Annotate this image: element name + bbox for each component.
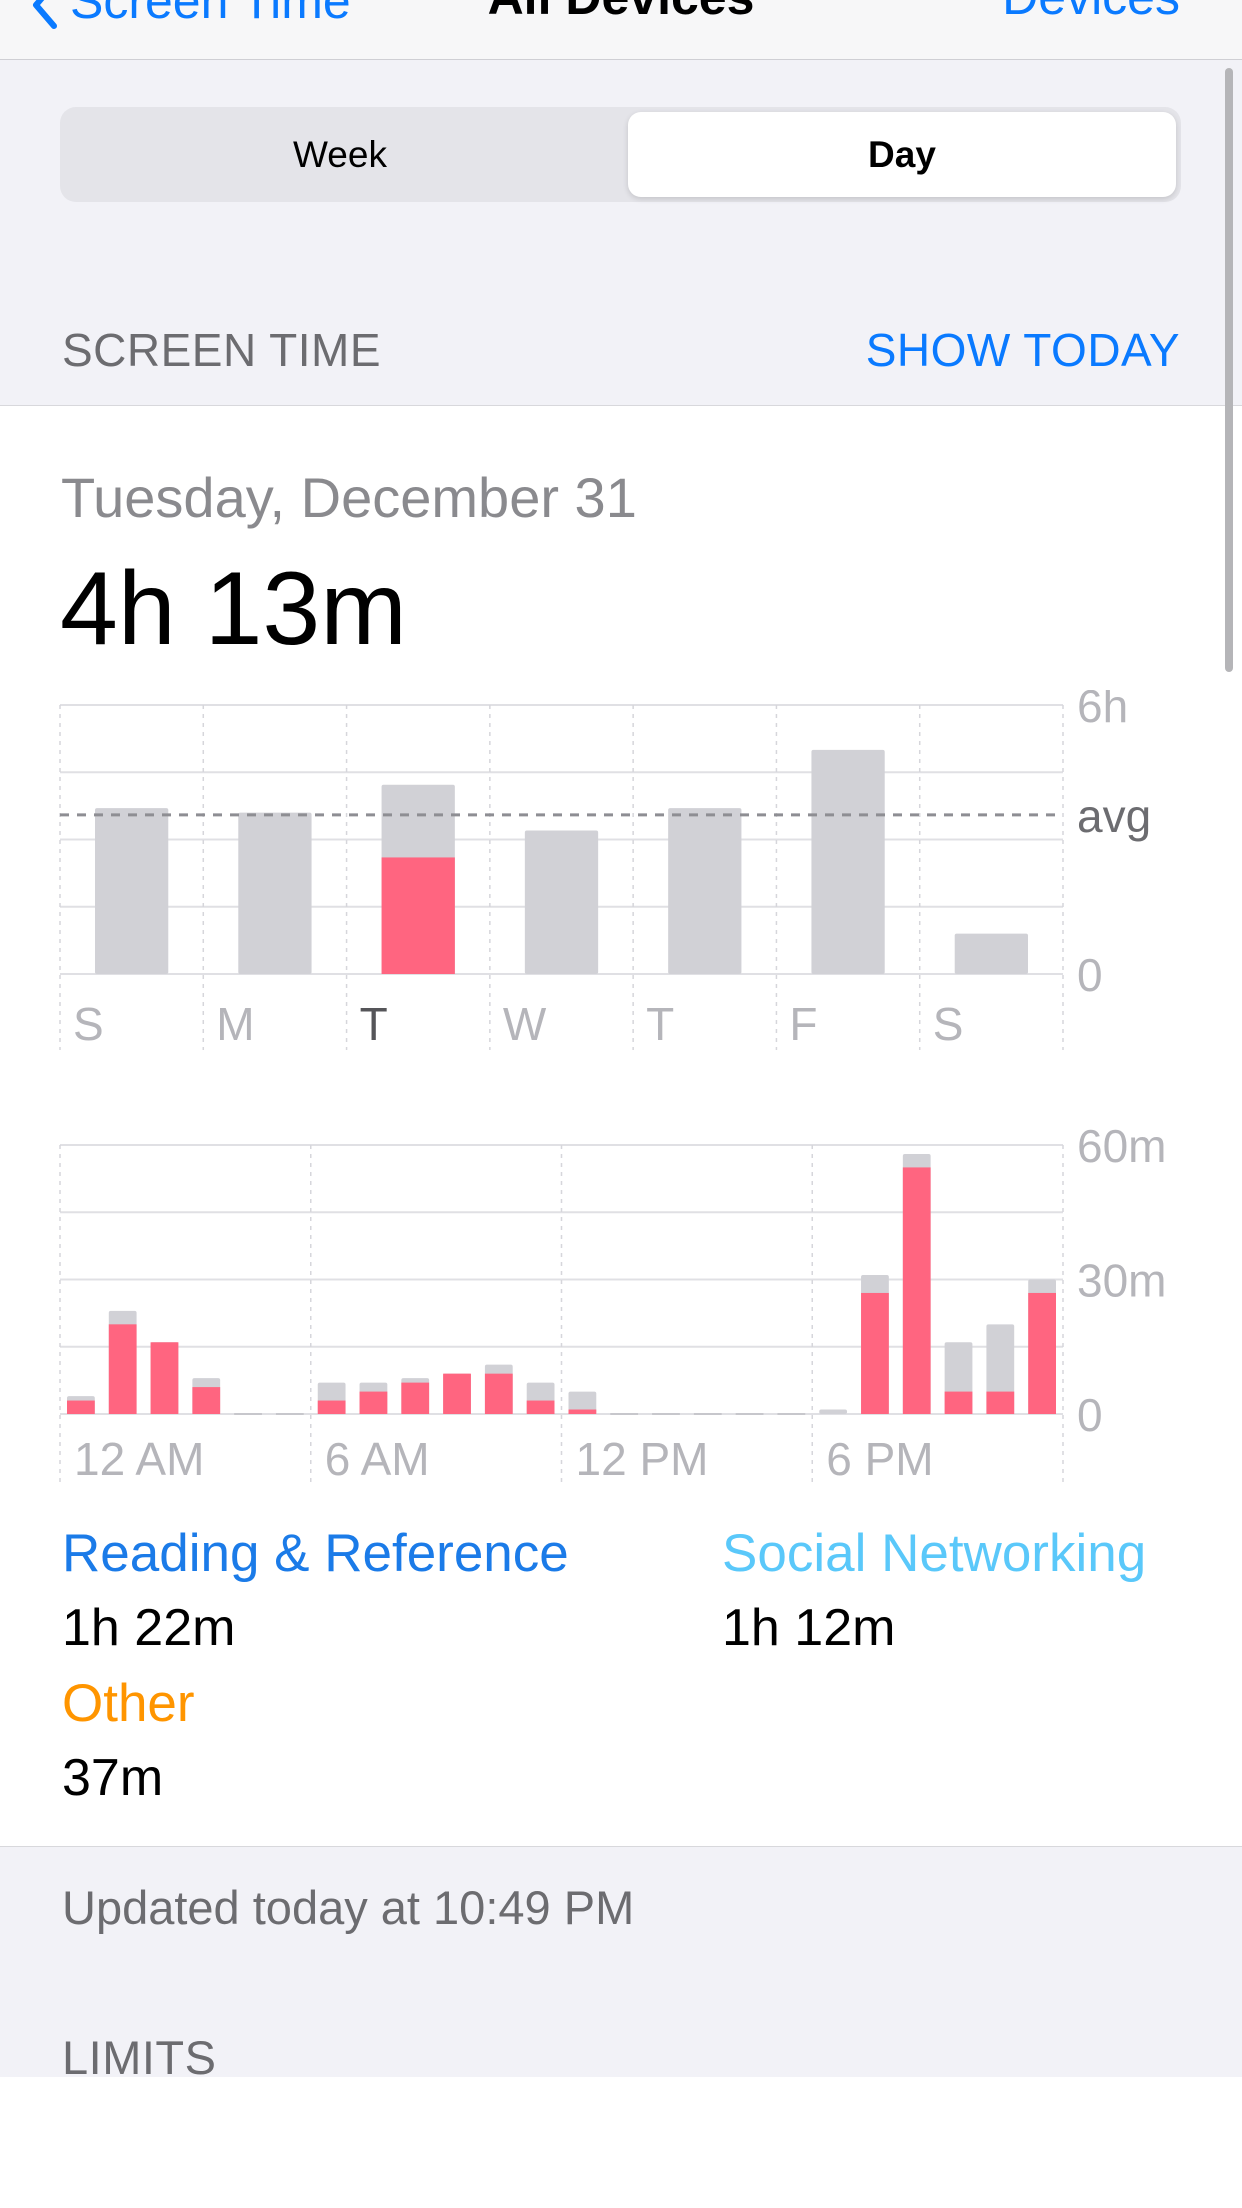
segment-day[interactable]: Day [628,112,1176,197]
hour-bar-highlight [1028,1292,1056,1414]
hour-x-label: 6 AM [325,1433,430,1485]
hour-bar-highlight [484,1373,513,1414]
hour-bar-total [819,1409,848,1414]
category-other-name: Other [62,1674,195,1733]
week-day-label: M [216,998,254,1050]
category-social-name: Social Networking [722,1524,1147,1583]
section-title: SCREEN TIME [62,324,382,376]
hour-x-label: 12 AM [74,1433,204,1485]
week-bar [238,812,312,974]
category-reading-time: 1h 22m [62,1599,236,1657]
week-bar [524,830,599,974]
hour-bar-highlight [526,1400,555,1414]
week-ytick-label: 0 [1077,949,1103,1001]
hour-bar-highlight [150,1342,179,1414]
limits-section-title: LIMITS [62,2031,217,2084]
category-reading-name: Reading & Reference [62,1524,569,1583]
hour-ytick-label: 30m [1077,1255,1166,1307]
segment-week[interactable]: Week [65,112,615,197]
hour-bar-highlight [192,1387,221,1414]
week-bar [668,808,742,974]
hour-bar-highlight [861,1292,889,1414]
total-screen-time: 4h 13m [60,551,407,667]
weekly-usage-chart: S M T W T F S 6h avg 0 [59,690,1151,1050]
scrollbar[interactable] [1225,68,1233,672]
show-today-button[interactable]: SHOW TODAY [866,323,1180,377]
week-ytick-label: avg [1077,790,1151,842]
hour-bar-highlight [986,1391,1015,1414]
hour-bar-highlight [401,1382,430,1414]
week-bar [954,933,1028,974]
devices-button[interactable]: Devices [1002,0,1180,26]
hour-x-label: 12 PM [576,1433,709,1485]
hour-bar-highlight [317,1400,346,1414]
week-day-label: T [360,998,388,1050]
updated-timestamp: Updated today at 10:49 PM [62,1881,635,1934]
week-day-label: S [933,998,964,1050]
hour-bar-highlight [67,1400,95,1414]
week-day-label: S [73,998,104,1050]
week-day-label: F [789,998,817,1050]
date-label: Tuesday, December 31 [61,466,637,529]
category-other-time: 37m [62,1749,164,1807]
week-bar [95,808,169,974]
nav-bar: Screen Time All Devices Devices [0,0,1242,60]
hour-bar-highlight [443,1373,471,1414]
hour-bar-highlight [902,1167,931,1414]
hour-bar-highlight [108,1324,137,1414]
hour-ytick-label: 60m [1077,1125,1166,1172]
week-day-label: T [646,998,674,1050]
hour-bar-highlight [359,1391,388,1414]
category-social-time: 1h 12m [722,1599,896,1657]
period-segmented-control: Week Day [60,107,1181,202]
hour-bar-highlight [568,1409,597,1414]
hour-bar-highlight [944,1391,973,1414]
hourly-usage-chart: 12 AM 6 AM 12 PM 6 PM 60m 30m 0 [59,1125,1166,1485]
week-bar [811,749,885,974]
week-day-label: W [503,998,547,1050]
week-ytick-label: 6h [1077,690,1128,732]
hour-x-label: 6 PM [826,1433,933,1485]
week-bar-highlight [381,857,455,974]
hour-ytick-label: 0 [1077,1389,1103,1441]
